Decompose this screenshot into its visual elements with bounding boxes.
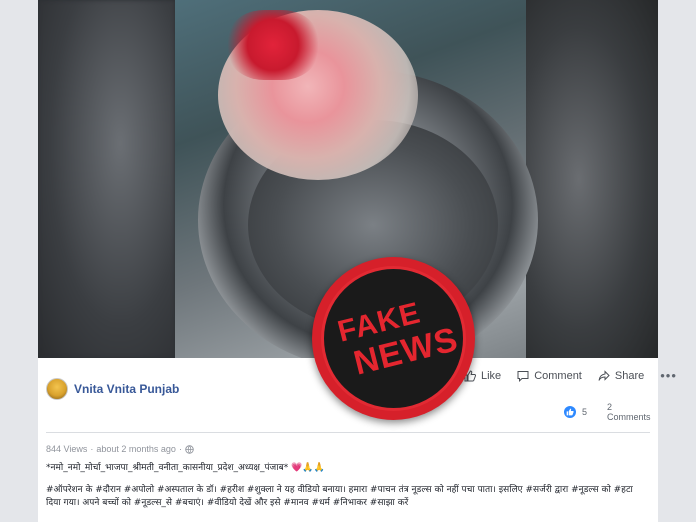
video-blurred-left — [38, 0, 175, 358]
share-icon — [598, 369, 610, 381]
post-actions: Like Comment Share ••• — [464, 368, 677, 383]
likes-count[interactable]: 5 — [582, 407, 587, 417]
comments-count[interactable]: 2 Comments — [607, 402, 658, 422]
post-meta: 844 Views · about 2 months ago · — [46, 444, 194, 454]
avatar[interactable] — [46, 378, 68, 400]
meta-separator: · — [90, 444, 94, 454]
view-count: 844 Views — [46, 444, 88, 454]
share-button[interactable]: Share — [598, 370, 644, 382]
globe-icon — [185, 444, 194, 454]
video-blurred-red — [228, 10, 318, 80]
share-label: Share — [614, 369, 645, 382]
reaction-counts: 5 2 Comments — [564, 402, 658, 422]
comment-icon — [517, 370, 529, 382]
post-heading-text: *नमो_नमो_मोर्चा_भाजपा_श्रीमती_वनीता_कासन… — [46, 460, 650, 473]
post-body-text: #ऑपरेशन के #दौरान #अपोलो #अस्पताल के डॉ।… — [46, 485, 633, 508]
facebook-post: Vnita Vnita Punjab Like Comment Share ••… — [38, 0, 676, 522]
post-line1: *नमो_नमो_मोर्चा_भाजपा_श्रीमती_वनीता_कासन… — [46, 463, 289, 473]
author-name[interactable]: Vnita Vnita Punjab — [74, 382, 179, 396]
like-reaction-icon — [564, 406, 576, 418]
fake-news-stamp: FAKE NEWS — [312, 257, 475, 420]
post-time[interactable]: about 2 months ago — [96, 444, 176, 454]
comment-button[interactable]: Comment — [517, 370, 582, 382]
post-author[interactable]: Vnita Vnita Punjab — [46, 378, 179, 400]
post-emoji: 💗🙏🙏 — [291, 463, 325, 473]
video-blurred-right — [526, 0, 658, 358]
screenshot-frame: Vnita Vnita Punjab Like Comment Share ••… — [0, 0, 696, 522]
more-icon[interactable]: ••• — [660, 368, 677, 383]
meta-separator: · — [178, 444, 182, 454]
comment-label: Comment — [534, 369, 582, 382]
